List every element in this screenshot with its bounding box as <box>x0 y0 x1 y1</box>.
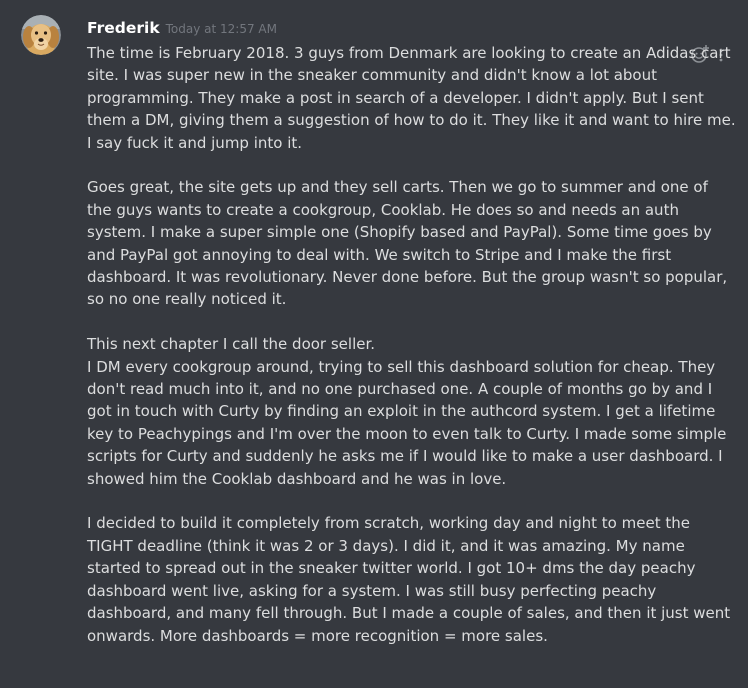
message-paragraph: Goes great, the site gets up and they se… <box>87 178 728 309</box>
message-paragraph: The time is February 2018. 3 guys from D… <box>87 44 736 152</box>
message-content: The time is February 2018. 3 guys from D… <box>87 42 737 647</box>
message-paragraph: I DM every cookgroup around, trying to s… <box>87 357 727 488</box>
author-name[interactable]: Frederik <box>87 19 160 37</box>
message-paragraph: This next chapter I call the door seller… <box>87 335 376 354</box>
chat-message: Frederik Today at 12:57 AM The time is Fe… <box>0 0 748 688</box>
message-paragraph: I decided to build it completely from sc… <box>87 514 731 645</box>
message-header: Frederik Today at 12:57 AM <box>87 18 277 40</box>
message-timestamp: Today at 12:57 AM <box>165 22 277 36</box>
user-avatar[interactable] <box>21 15 61 55</box>
golden-retriever-avatar-icon <box>21 15 61 55</box>
